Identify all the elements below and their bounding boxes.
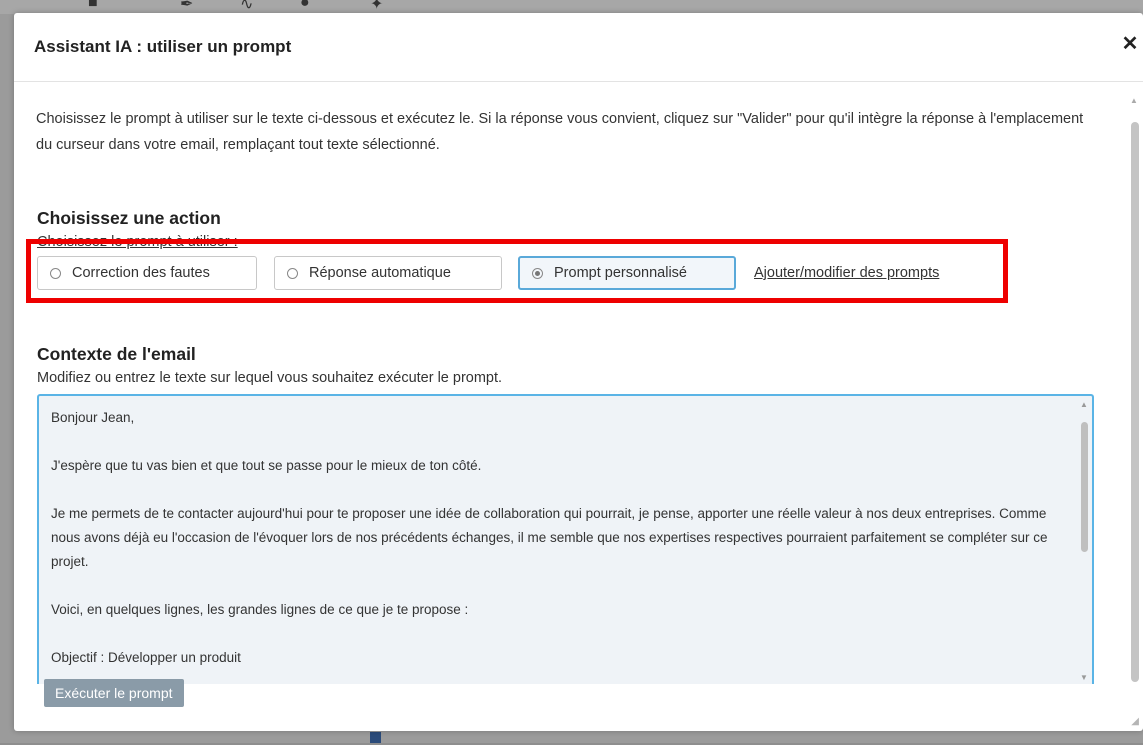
signature-icon: ∿ [240,0,254,13]
radio-auto-reply[interactable]: Réponse automatique [274,256,502,290]
textarea-scrollbar[interactable]: ▲ ▼ [1078,400,1090,682]
email-line: Voici, en quelques lignes, les grandes l… [51,602,469,617]
radio-button-icon[interactable] [50,267,61,279]
radio-button-checked-icon[interactable] [532,267,543,279]
close-button[interactable]: ✕ [1119,33,1141,55]
radio-label: Réponse automatique [309,265,451,281]
dialog-body: ▲ Choisissez le prompt à utiliser sur le… [14,82,1143,731]
context-section-title: Contexte de l'email [37,344,196,364]
sparkle-icon: ✦ [370,0,384,13]
dialog-header: Assistant IA : utiliser un prompt ✕ [14,13,1143,82]
save-icon: ■ [88,0,98,11]
dialog-scrollbar[interactable]: ▲ [1129,96,1141,686]
radio-label: Prompt personnalisé [554,265,687,281]
run-prompt-button[interactable]: Exécuter le prompt [44,679,184,707]
background-toolbar: ■ ✒ ∿ ● ✦ [0,0,1143,14]
scrollbar-thumb[interactable] [1081,422,1088,552]
scrollbar-thumb[interactable] [1131,122,1139,682]
email-line: Objectif : Développer un produit [51,650,241,665]
intro-text: Choisissez le prompt à utiliser sur le t… [36,111,1084,153]
close-icon: ✕ [1121,33,1139,55]
email-line: J'espère que tu vas bien et que tout se … [51,458,482,473]
dialog-title: Assistant IA : utiliser un prompt [34,37,292,56]
radio-label: Correction des fautes [72,265,210,281]
resize-grip-icon[interactable]: ◢ [1131,716,1139,727]
radio-button-icon[interactable] [287,267,298,279]
manage-prompts-link[interactable]: Ajouter/modifier des prompts [754,265,939,281]
email-line: Bonjour Jean, [51,410,135,425]
action-section-title: Choisissez une action [37,208,221,228]
scroll-up-arrow-icon[interactable]: ▲ [1130,96,1138,105]
radio-custom-prompt[interactable]: Prompt personnalisé [518,256,736,290]
radio-correction[interactable]: Correction des fautes [37,256,257,290]
context-section-subtitle: Modifiez ou entrez le texte sur lequel v… [37,370,503,386]
scroll-down-arrow-icon[interactable]: ▼ [1080,673,1088,682]
circle-icon: ● [300,0,310,11]
pen-icon: ✒ [180,0,194,13]
scroll-up-arrow-icon[interactable]: ▲ [1080,400,1088,409]
email-line: Je me permets de te contacter aujourd'hu… [51,506,1048,569]
email-context-text[interactable]: Bonjour Jean, J'espère que tu vas bien e… [51,406,1061,670]
email-context-textarea[interactable]: Bonjour Jean, J'espère que tu vas bien e… [37,394,1094,684]
ai-assistant-dialog: Assistant IA : utiliser un prompt ✕ ▲ Ch… [14,13,1143,731]
